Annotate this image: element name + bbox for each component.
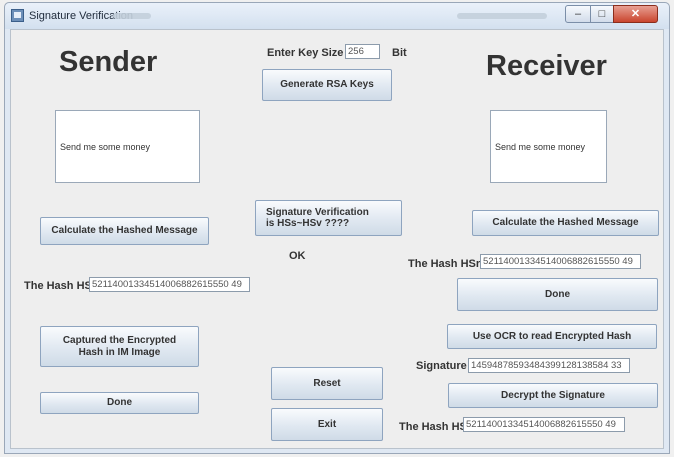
use-ocr-button[interactable]: Use OCR to read Encrypted Hash [447, 324, 657, 349]
receiver-heading: Receiver [486, 50, 607, 82]
sender-done-button[interactable]: Done [40, 392, 199, 414]
verification-status: OK [289, 250, 306, 262]
receiver-done-button[interactable]: Done [457, 278, 658, 311]
capture-encrypted-hash-button[interactable]: Captured the Encrypted Hash in IM Image [40, 326, 199, 367]
title-bar[interactable]: Signature Verification – □ ✕ [5, 3, 669, 29]
close-icon[interactable]: ✕ [613, 5, 658, 23]
decrypt-signature-button[interactable]: Decrypt the Signature [448, 383, 658, 408]
generate-rsa-keys-button[interactable]: Generate RSA Keys [262, 69, 392, 101]
sender-heading: Sender [59, 46, 158, 78]
receiver-calculate-hash-button[interactable]: Calculate the Hashed Message [472, 210, 659, 236]
key-size-label: Enter Key Size [267, 47, 344, 59]
app-window: Signature Verification – □ ✕ Sender Rece… [4, 2, 670, 454]
java-app-icon [11, 9, 24, 22]
capture-button-line1: Captured the Encrypted [62, 335, 177, 346]
main-panel: Sender Receiver Enter Key Size 256 Bit G… [10, 29, 664, 449]
receiver-hss-field[interactable]: 52114001334514006882615550 49 [463, 417, 625, 432]
receiver-hss-label: The Hash HSs [399, 421, 473, 433]
signature-label: Signature [416, 360, 467, 372]
key-size-input[interactable]: 256 [345, 44, 380, 59]
receiver-hash-label: The Hash HSr [408, 258, 481, 270]
verify-button-line2: is HSs~HSv ???? [266, 218, 350, 229]
receiver-hash-field[interactable]: 52114001334514006882615550 49 [480, 254, 641, 269]
sender-calculate-hash-button[interactable]: Calculate the Hashed Message [40, 217, 209, 245]
reset-button[interactable]: Reset [271, 367, 383, 400]
sender-message-area[interactable]: Send me some money [55, 110, 200, 183]
sender-hash-field[interactable]: 52114001334514006882615550 49 [89, 277, 250, 292]
blurred-title-fragment [457, 13, 547, 19]
maximize-icon[interactable]: □ [590, 5, 614, 23]
verify-button-line1: Signature Verification [266, 206, 369, 218]
signature-verification-button[interactable]: Signature Verification is HSs~HSv ???? [255, 200, 402, 236]
blurred-title-fragment [113, 13, 151, 19]
key-size-unit: Bit [392, 47, 407, 59]
exit-button[interactable]: Exit [271, 408, 383, 441]
sender-hash-label: The Hash HSs [24, 280, 98, 292]
receiver-message-area[interactable]: Send me some money [490, 110, 607, 183]
signature-field[interactable]: 14594878593484399128138584 33 [468, 358, 630, 373]
capture-button-line2: Hash in IM Image [78, 346, 161, 358]
minimize-icon[interactable]: – [565, 5, 591, 23]
